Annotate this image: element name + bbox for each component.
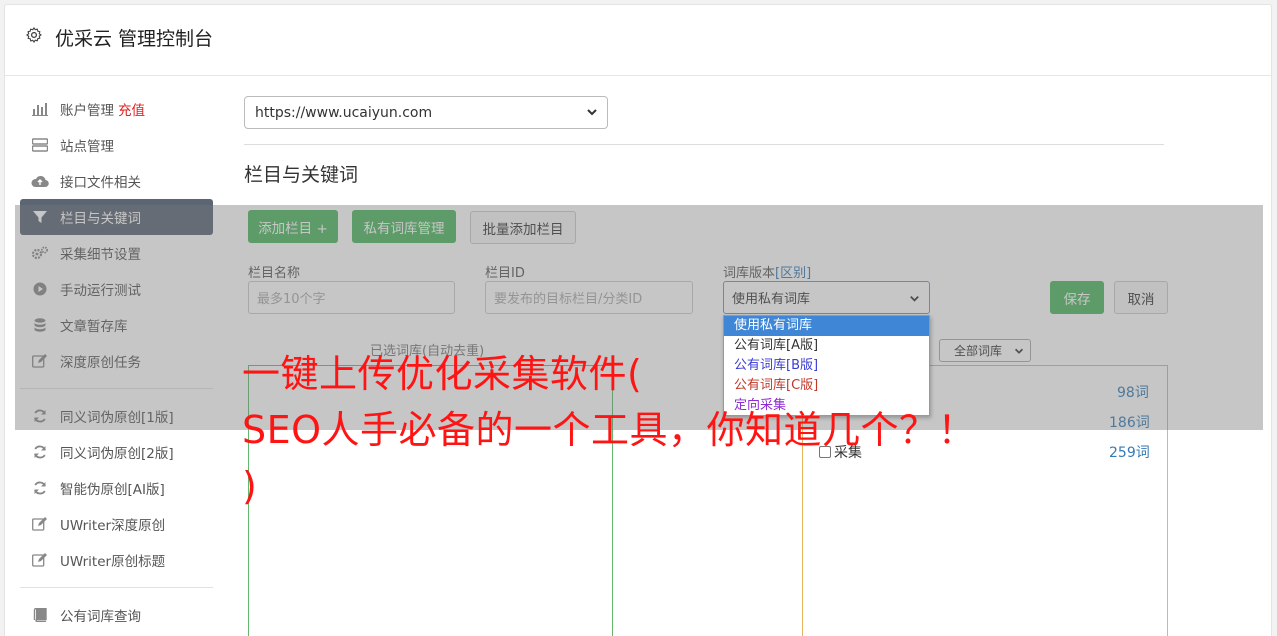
sidebar-item-label: 智能伪原创[AI版]: [60, 482, 165, 498]
book-icon: [31, 607, 49, 623]
sidebar-item-label: 同义词伪原创[2版]: [60, 446, 174, 462]
sidebar-item-sites[interactable]: 站点管理: [20, 127, 213, 163]
section-title: 栏目与关键词: [244, 164, 359, 186]
sidebar-item-synonym-v2[interactable]: 同义词伪原创[2版]: [20, 434, 213, 470]
bar-chart-icon: [31, 101, 49, 117]
sidebar-item-uwriter-title[interactable]: UWriter原创标题: [20, 542, 213, 578]
gear-icon: [26, 27, 42, 43]
server-icon: [31, 137, 49, 153]
cloud-upload-icon: [31, 173, 49, 189]
edit-icon: [31, 552, 49, 568]
edit-icon: [31, 516, 49, 532]
sidebar-item-label: UWriter原创标题: [60, 554, 166, 570]
dropdown-option[interactable]: 使用私有词库: [724, 316, 929, 336]
promo-overlay-caption: 一键上传优化采集软件( SEO人手必备的一个工具，你知道几个？！ ): [242, 346, 976, 514]
refresh-icon: [31, 480, 49, 496]
sidebar-item-label: 站点管理: [60, 139, 114, 155]
sidebar-item-label: 接口文件相关: [60, 175, 141, 191]
sidebar-item-account[interactable]: 账户管理 充值: [20, 91, 213, 127]
sidebar-divider: [20, 587, 213, 588]
refresh-icon: [31, 444, 49, 460]
site-select[interactable]: https://www.ucaiyun.com: [244, 96, 608, 129]
keyword-count: 259词: [1109, 445, 1150, 461]
card-header: 优采云 管理控制台: [5, 5, 1271, 76]
caption-line: SEO人手必备的一个工具，你知道几个？！: [242, 408, 977, 452]
sidebar-item-ai-original[interactable]: 智能伪原创[AI版]: [20, 470, 213, 506]
recharge-link[interactable]: 充值: [118, 99, 145, 119]
sidebar-item-public-lib-query[interactable]: 公有词库查询: [20, 597, 213, 633]
caption-line: ): [242, 464, 258, 508]
site-select-value: https://www.ucaiyun.com: [255, 104, 433, 121]
divider: [244, 144, 1164, 145]
sidebar-item-label: 账户管理: [60, 103, 114, 119]
app-title: 优采云 管理控制台: [55, 28, 214, 50]
sidebar-item-label: UWriter深度原创: [60, 518, 166, 534]
sidebar-item-uwriter-deep[interactable]: UWriter深度原创: [20, 506, 213, 542]
sidebar-item-label: 公有词库查询: [60, 609, 141, 625]
caption-line: 一键上传优化采集软件(: [242, 352, 643, 396]
sidebar-item-interface[interactable]: 接口文件相关: [20, 163, 213, 199]
chevron-down-icon: [587, 109, 597, 116]
